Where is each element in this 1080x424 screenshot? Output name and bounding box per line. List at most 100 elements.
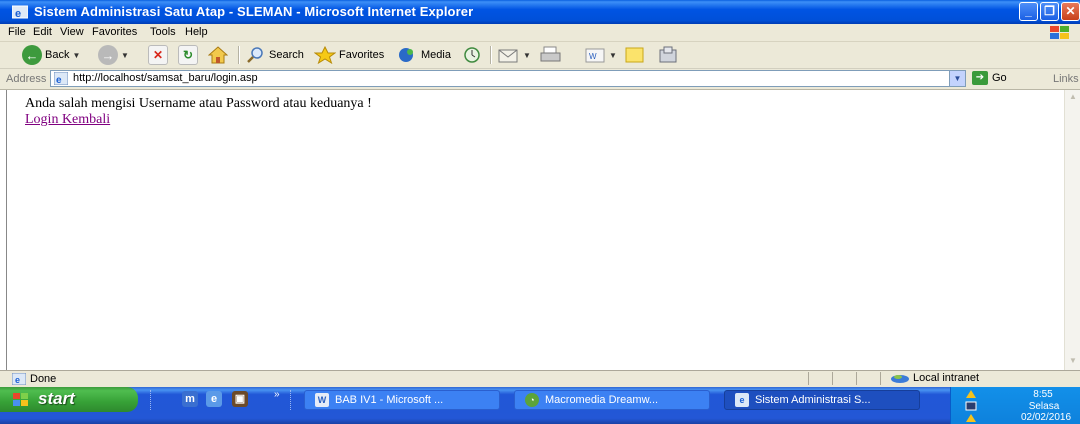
task-dreamweaver[interactable]: ◔ Macromedia Dreamw... <box>514 390 710 410</box>
history-button[interactable] <box>462 44 482 66</box>
chevron-down-icon: ▼ <box>609 50 617 60</box>
mail-button[interactable]: ▼ <box>498 44 531 66</box>
menu-bar: File Edit View Favorites Tools Help <box>0 24 1080 42</box>
status-text: Done <box>30 373 57 385</box>
address-bar: Address e http://localhost/samsat_baru/l… <box>0 69 1080 90</box>
tray-icon[interactable] <box>965 413 977 423</box>
page-icon: e <box>54 72 68 85</box>
task-label: Macromedia Dreamw... <box>545 394 659 406</box>
ie-window-icon: e <box>12 5 28 20</box>
task-word[interactable]: W BAB IV1 - Microsoft ... <box>304 390 500 410</box>
home-button[interactable] <box>208 44 228 66</box>
title-bar: e Sistem Administrasi Satu Atap - SLEMAN… <box>0 0 1080 24</box>
edit-document-icon: W <box>585 48 605 63</box>
mail-icon <box>498 49 518 63</box>
toolbar: ← Back ▼ → ▼ ✕ ↻ Search Favorites Media … <box>0 42 1080 69</box>
chevron-down-icon: ▼ <box>121 50 129 60</box>
refresh-icon: ↻ <box>178 45 198 65</box>
minimize-button[interactable]: _ <box>1019 2 1038 21</box>
edit-button[interactable]: W ▼ <box>584 44 617 66</box>
intranet-icon <box>891 375 909 383</box>
vertical-scrollbar[interactable]: ▲ ▼ <box>1064 90 1080 370</box>
scroll-up-icon[interactable]: ▲ <box>1067 92 1079 105</box>
restore-button[interactable]: ❐ <box>1040 2 1059 21</box>
favorites-label: Favorites <box>339 49 385 61</box>
window-title: Sistem Administrasi Satu Atap - SLEMAN -… <box>34 4 474 19</box>
close-button[interactable]: ✕ <box>1061 2 1080 21</box>
page-done-icon: e <box>12 373 26 385</box>
quicklaunch-desktop-icon[interactable]: ▣ <box>232 391 248 407</box>
scroll-down-icon[interactable]: ▼ <box>1067 356 1079 369</box>
status-bar: e Done Local intranet <box>0 370 1080 387</box>
back-arrow-icon: ← <box>22 45 42 65</box>
go-arrow-icon: ➔ <box>972 71 988 85</box>
svg-text:e: e <box>15 375 20 385</box>
menu-view[interactable]: View <box>60 26 84 38</box>
svg-text:e: e <box>56 75 62 85</box>
ie-icon: e <box>735 393 749 407</box>
toolbar-separator <box>238 46 240 64</box>
svg-text:W: W <box>589 52 597 61</box>
media-button[interactable]: Media <box>396 44 451 66</box>
clock-day: Selasa <box>1028 401 1060 412</box>
task-label: Sistem Administrasi S... <box>755 394 871 406</box>
status-pane <box>808 372 831 385</box>
messenger-button[interactable] <box>658 44 680 66</box>
home-icon <box>208 46 228 64</box>
status-pane <box>856 372 879 385</box>
system-tray: 8:55 Selasa 02/02/2016 <box>950 387 1080 424</box>
search-icon <box>247 47 263 63</box>
back-button[interactable]: ← Back ▼ <box>22 44 80 66</box>
note-icon <box>625 47 644 63</box>
taskbar: start m e ▣ » W BAB IV1 - Microsoft ... … <box>0 387 1080 424</box>
stop-icon: ✕ <box>148 45 168 65</box>
menu-file[interactable]: File <box>8 26 26 38</box>
tray-network-icon[interactable] <box>965 401 977 411</box>
forward-button[interactable]: → ▼ <box>98 44 129 66</box>
security-zone: Local intranet <box>890 372 979 384</box>
address-url: http://localhost/samsat_baru/login.asp <box>73 72 258 84</box>
start-button[interactable]: start <box>0 387 138 412</box>
media-label: Media <box>421 49 451 61</box>
stop-button[interactable]: ✕ <box>148 44 168 66</box>
start-label: start <box>38 389 75 408</box>
windows-logo-icon <box>1050 26 1069 39</box>
search-label: Search <box>269 49 304 61</box>
address-label: Address <box>6 73 47 85</box>
research-icon <box>659 46 677 63</box>
menu-tools[interactable]: Tools <box>150 26 176 38</box>
refresh-button[interactable]: ↻ <box>178 44 198 66</box>
menu-edit[interactable]: Edit <box>33 26 52 38</box>
error-message: Anda salah mengisi Username atau Passwor… <box>25 96 372 111</box>
status-pane <box>832 372 855 385</box>
menu-help[interactable]: Help <box>185 26 208 38</box>
zone-label: Local intranet <box>913 372 980 384</box>
word-icon: W <box>315 393 329 407</box>
discuss-button[interactable] <box>624 44 646 66</box>
address-input[interactable]: e http://localhost/samsat_baru/login.asp… <box>50 70 966 87</box>
quicklaunch-app-icon[interactable]: m <box>182 391 198 407</box>
star-icon <box>314 46 336 64</box>
media-icon <box>399 48 413 62</box>
toolbar-separator <box>490 46 492 64</box>
clock-time[interactable]: 8:55 <box>1023 389 1063 400</box>
quicklaunch-more-icon[interactable]: » <box>274 389 280 400</box>
back-label: Back <box>45 49 70 61</box>
menu-favorites[interactable]: Favorites <box>92 26 137 38</box>
favorites-button[interactable]: Favorites <box>314 44 384 66</box>
go-label: Go <box>992 72 1007 84</box>
forward-arrow-icon: → <box>98 45 118 65</box>
windows-flag-icon <box>13 393 28 406</box>
status-pane <box>880 372 882 385</box>
taskbar-grip <box>290 390 294 410</box>
go-button[interactable]: ➔ Go <box>972 71 1007 85</box>
task-ie[interactable]: e Sistem Administrasi S... <box>724 390 920 410</box>
login-again-link[interactable]: Login Kembali <box>25 112 110 128</box>
svg-text:e: e <box>15 8 21 20</box>
links-button[interactable]: Links <box>1053 73 1079 85</box>
search-button[interactable]: Search <box>246 44 304 66</box>
tray-icon[interactable] <box>965 389 977 399</box>
address-dropdown-icon[interactable]: ▼ <box>949 71 965 86</box>
quicklaunch-ie-icon[interactable]: e <box>206 391 222 407</box>
print-button[interactable] <box>540 44 562 66</box>
